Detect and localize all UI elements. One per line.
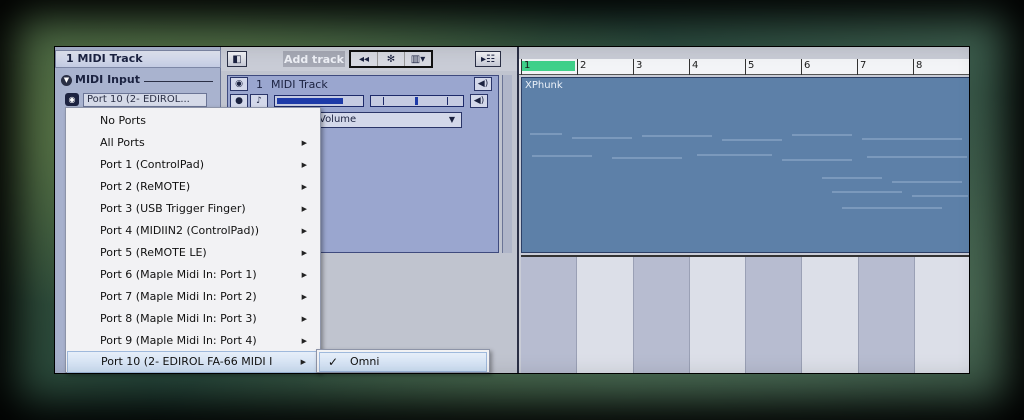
menu-item-port-5[interactable]: Port 5 (ReMOTE LE) ▶ — [67, 242, 319, 264]
menu-item-label: Port 7 (Maple Midi In: Port 2) — [100, 290, 257, 303]
menu-item-label: Port 4 (MIDIIN2 (ControlPad)) — [100, 224, 260, 237]
clip-note-preview — [530, 133, 968, 209]
clips-pane: 1 2 3 4 5 6 7 8 XPhunk — [517, 47, 969, 373]
measure-lane[interactable] — [802, 257, 859, 373]
automation-parameter-value: Volume — [319, 114, 357, 125]
submenu-arrow-icon: ▶ — [301, 227, 307, 235]
chevron-down-icon[interactable]: ▼ — [61, 74, 72, 86]
pan-knob[interactable] — [415, 97, 418, 105]
volume-fill — [277, 98, 343, 104]
speaker-icon[interactable]: ◀) — [470, 94, 488, 108]
midi-input-port-menu: No Ports All Ports ▶ Port 1 (ControlPad) ▶… — [65, 107, 321, 373]
chevron-down-icon: ▼ — [448, 115, 455, 124]
ruler-mark: 7 — [857, 59, 866, 75]
midi-clip[interactable]: XPhunk — [521, 77, 969, 253]
midi-input-port-field[interactable]: Port 10 (2- EDIROL... — [83, 92, 207, 107]
record-arm-icon[interactable]: ● — [230, 94, 248, 108]
submenu-item-label: Omni — [350, 355, 380, 368]
clip-name: XPhunk — [525, 80, 563, 91]
volume-slider[interactable] — [274, 95, 364, 107]
ruler-mark: 4 — [689, 59, 698, 75]
midi-input-label: MIDI Input — [75, 73, 140, 86]
track-header-row: ◉ 1 MIDI Track ◀) — [228, 76, 498, 92]
timeline-ruler[interactable]: 1 2 3 4 5 6 7 8 — [519, 59, 969, 75]
inspector-track-title: 1 MIDI Track — [55, 50, 221, 68]
measure-lane[interactable] — [633, 257, 690, 373]
menu-item-port-7[interactable]: Port 7 (Maple Midi In: Port 2) ▶ — [67, 286, 319, 308]
menu-item-label: Port 3 (USB Trigger Finger) — [100, 202, 246, 215]
submenu-arrow-icon: ▶ — [301, 271, 307, 279]
ruler-mark: 1 — [521, 59, 530, 75]
input-monitor-icon[interactable]: ♪ — [250, 94, 268, 108]
pan-tick — [447, 97, 448, 105]
menu-item-label: Port 10 (2- EDIROL FA-66 MIDI I — [101, 355, 273, 368]
ruler-mark: 5 — [745, 59, 754, 75]
submenu-arrow-icon: ▶ — [301, 249, 307, 257]
submenu-arrow-icon: ▶ — [301, 161, 307, 169]
ruler-mark: 2 — [577, 59, 586, 75]
menu-item-label: Port 1 (ControlPad) — [100, 158, 205, 171]
panel-toggle-icon[interactable]: ◧ — [227, 51, 247, 67]
menu-item-no-ports[interactable]: No Ports — [67, 110, 319, 132]
midi-input-section-header[interactable]: ▼ MIDI Input — [61, 72, 213, 88]
menu-item-port-6[interactable]: Port 6 (Maple Midi In: Port 1) ▶ — [67, 264, 319, 286]
ruler-mark: 6 — [801, 59, 810, 75]
submenu-arrow-icon: ▶ — [301, 139, 307, 147]
menu-item-port-4[interactable]: Port 4 (MIDIIN2 (ControlPad)) ▶ — [67, 220, 319, 242]
submenu-arrow-icon: ▶ — [300, 358, 306, 366]
menu-item-port-1[interactable]: Port 1 (ControlPad) ▶ — [67, 154, 319, 176]
menu-item-port-8[interactable]: Port 8 (Maple Midi In: Port 3) ▶ — [67, 308, 319, 330]
gear-icon[interactable]: ✻ — [378, 52, 405, 66]
track-view-icon[interactable]: ▸☷ — [475, 51, 501, 67]
ruler-mark: 3 — [633, 59, 642, 75]
track-toolbar: ◧ Add track ◂◂ ✻ ▥▾ ▸☷ — [221, 47, 517, 71]
menu-item-port-9[interactable]: Port 9 (Maple Midi In: Port 4) ▶ — [67, 330, 319, 352]
submenu-arrow-icon: ▶ — [301, 205, 307, 213]
section-divider — [143, 80, 213, 82]
keyboard-dropdown-icon[interactable]: ▥▾ — [405, 52, 431, 66]
speaker-mute-icon[interactable]: ◀) — [474, 77, 492, 91]
ruler-mark: 8 — [913, 59, 922, 75]
measure-lane[interactable] — [577, 257, 634, 373]
checkmark-icon: ✓ — [328, 355, 339, 369]
menu-item-label: Port 5 (ReMOTE LE) — [100, 246, 207, 259]
menu-item-label: Port 6 (Maple Midi In: Port 1) — [100, 268, 257, 281]
track-name-label: 1 MIDI Track — [256, 78, 472, 91]
submenu-arrow-icon: ▶ — [301, 315, 307, 323]
menu-item-all-ports[interactable]: All Ports ▶ — [67, 132, 319, 154]
arrow-left-icon[interactable]: ◂◂ — [351, 52, 378, 66]
menu-item-label: All Ports — [100, 136, 145, 149]
menu-item-port-10[interactable]: Port 10 (2- EDIROL FA-66 MIDI I ▶ — [67, 351, 319, 373]
submenu-arrow-icon: ▶ — [301, 293, 307, 301]
add-track-button[interactable]: Add track — [283, 51, 345, 67]
measure-lane[interactable] — [746, 257, 803, 373]
submenu-item-omni[interactable]: ✓ Omni — [319, 352, 487, 372]
menu-item-port-3[interactable]: Port 3 (USB Trigger Finger) ▶ — [67, 198, 319, 220]
track-number: 1 — [256, 77, 263, 91]
submenu-arrow-icon: ▶ — [301, 183, 307, 191]
midi-port-icon: ◉ — [65, 93, 79, 106]
measure-lane[interactable] — [689, 257, 746, 373]
midi-track-icon[interactable]: ◉ — [230, 77, 248, 91]
menu-item-port-2[interactable]: Port 2 (ReMOTE) ▶ — [67, 176, 319, 198]
toolbar-button-group: ◂◂ ✻ ▥▾ — [349, 50, 433, 68]
empty-track-lanes — [521, 255, 969, 373]
pan-tick — [383, 97, 384, 105]
measure-lane[interactable] — [521, 257, 578, 373]
measure-lane[interactable] — [914, 257, 969, 373]
track-name[interactable]: MIDI Track — [271, 78, 328, 91]
pan-slider[interactable] — [370, 95, 464, 107]
menu-item-label: No Ports — [100, 114, 146, 127]
menu-item-label: Port 2 (ReMOTE) — [100, 180, 191, 193]
track-vertical-scrollbar[interactable] — [502, 75, 512, 253]
channel-submenu: ✓ Omni — [316, 349, 490, 373]
measure-lane[interactable] — [858, 257, 915, 373]
menu-item-label: Port 9 (Maple Midi In: Port 4) — [100, 334, 257, 347]
midi-input-port-selector[interactable]: ◉ Port 10 (2- EDIROL... — [65, 92, 207, 107]
menu-item-label: Port 8 (Maple Midi In: Port 3) — [100, 312, 257, 325]
submenu-arrow-icon: ▶ — [301, 337, 307, 345]
